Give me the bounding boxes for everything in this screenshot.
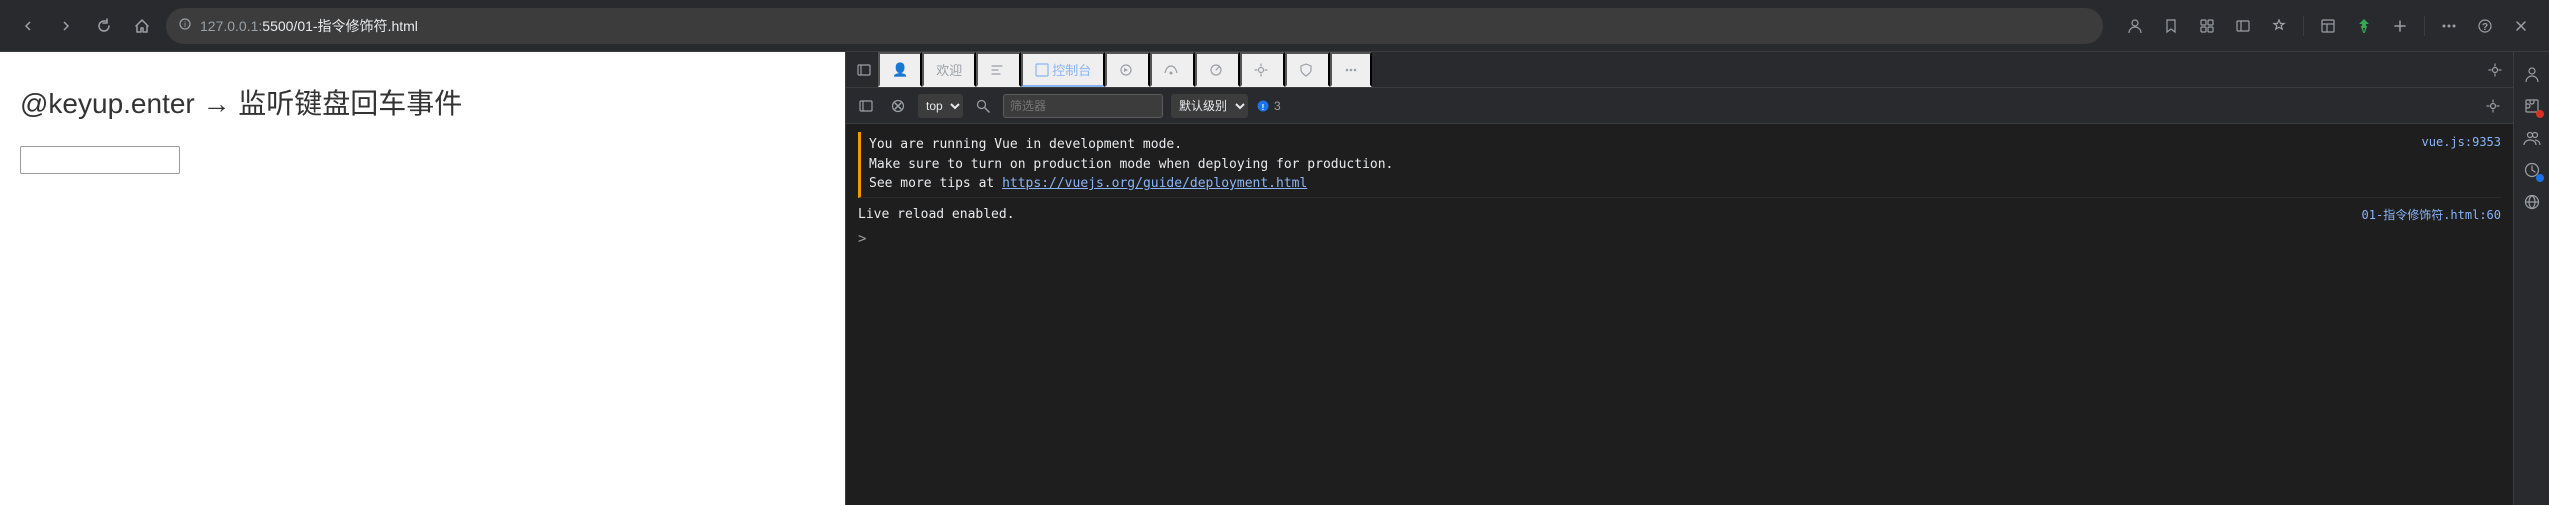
log-entry-1: You are running Vue in development mode.… [858, 132, 2501, 198]
page-title: @keyup.enter → 监听键盘回车事件 [20, 82, 825, 122]
url-path: 5500/01-指令修饰符.html [262, 18, 418, 34]
side-icon-clock[interactable] [2518, 156, 2546, 184]
log-text-2: Make sure to turn on production mode whe… [869, 155, 2414, 175]
svg-text:i: i [184, 20, 186, 29]
console-toolbar: top 默认级别 ! 3 [846, 88, 2513, 124]
tab-settings[interactable] [1240, 52, 1285, 87]
tab-elements[interactable] [976, 52, 1021, 87]
filter-input[interactable] [1003, 94, 1163, 118]
context-dropdown[interactable]: top [918, 94, 963, 118]
tab-network[interactable] [1150, 52, 1195, 87]
title-bar: i 127.0.0.1:5500/01-指令修饰符.html [0, 0, 2549, 52]
favorites-button[interactable] [2263, 10, 2295, 42]
log-source-1[interactable]: vue.js:9353 [2422, 135, 2501, 149]
reload-button[interactable] [88, 10, 120, 42]
side-icon-globe[interactable] [2518, 188, 2546, 216]
prompt-chevron: > [858, 231, 866, 247]
tab-performance[interactable] [1195, 52, 1240, 87]
tab-sources[interactable] [1105, 52, 1150, 87]
webpage-viewport: @keyup.enter → 监听键盘回车事件 [0, 52, 845, 505]
nav-buttons [12, 10, 158, 42]
log-text-1: You are running Vue in development mode. [869, 135, 2414, 155]
side-icon-person[interactable] [2518, 60, 2546, 88]
add-tab-button[interactable] [2384, 10, 2416, 42]
filter-search-icon[interactable] [971, 94, 995, 118]
more-menu-button[interactable] [2433, 10, 2465, 42]
tab-console-label: 控制台 [1052, 60, 1091, 79]
help-button[interactable]: ? [2469, 10, 2501, 42]
svg-text:?: ? [2482, 22, 2488, 33]
devtools-side-icons [2513, 52, 2549, 505]
enter-input[interactable] [20, 146, 180, 174]
log-text-3: See more tips at https://vuejs.org/guide… [869, 174, 2414, 194]
tab-security[interactable] [1285, 52, 1330, 87]
console-sidebar-button[interactable] [854, 94, 878, 118]
separator2 [2424, 16, 2425, 36]
log-text-live-reload: Live reload enabled. [858, 205, 2362, 225]
toolbar-right: V ? [2119, 10, 2537, 42]
security-icon: i [178, 17, 192, 34]
url-protocol: 127.0.0.1: [200, 18, 262, 34]
devtools-settings-button[interactable] [2481, 56, 2509, 84]
close-button[interactable] [2505, 10, 2537, 42]
tab-welcome-label: 👤 [892, 62, 908, 78]
tab-more[interactable] [1330, 52, 1372, 87]
collections-button[interactable] [2312, 10, 2344, 42]
profile-button[interactable] [2119, 10, 2151, 42]
tab-welcome-text[interactable]: 欢迎 [922, 52, 976, 87]
tab-welcome[interactable]: 👤 [878, 52, 922, 87]
vue-link[interactable]: https://vuejs.org/guide/deployment.html [1002, 176, 1307, 191]
log-entry-live-reload: Live reload enabled. 01-指令修饰符.html:60 [858, 202, 2501, 228]
devtools-tabs: 👤 欢迎 控制台 [846, 52, 2513, 88]
browser-window: i 127.0.0.1:5500/01-指令修饰符.html [0, 0, 2549, 505]
console-prompt[interactable]: > [858, 227, 2501, 251]
level-dropdown[interactable]: 默认级别 [1171, 94, 1248, 118]
back-button[interactable] [12, 10, 44, 42]
bookmark-button[interactable] [2155, 10, 2187, 42]
devtools-panel: 👤 欢迎 控制台 [845, 52, 2513, 505]
console-settings-button[interactable] [2481, 94, 2505, 118]
address-text: 127.0.0.1:5500/01-指令修饰符.html [200, 16, 2091, 36]
puzzle-dot [2536, 110, 2544, 118]
svg-text:!: ! [1262, 103, 1265, 112]
main-area: @keyup.enter → 监听键盘回车事件 👤 欢迎 [0, 52, 2549, 505]
message-badge: ! 3 [1256, 99, 1281, 113]
svg-text:V: V [2361, 25, 2368, 35]
forward-button[interactable] [50, 10, 82, 42]
separator [2303, 16, 2304, 36]
devtools-sidebar-toggle[interactable] [850, 56, 878, 84]
tab-console[interactable]: 控制台 [1021, 52, 1105, 87]
clear-console-button[interactable] [886, 94, 910, 118]
home-button[interactable] [126, 10, 158, 42]
clock-dot [2536, 174, 2544, 182]
side-icon-puzzle[interactable] [2518, 92, 2546, 120]
green-button[interactable]: V [2348, 10, 2380, 42]
extensions-button[interactable] [2191, 10, 2223, 42]
address-bar[interactable]: i 127.0.0.1:5500/01-指令修饰符.html [166, 8, 2103, 44]
side-icon-people[interactable] [2518, 124, 2546, 152]
sidebar-button[interactable] [2227, 10, 2259, 42]
console-content: You are running Vue in development mode.… [846, 124, 2513, 505]
log-source-live-reload[interactable]: 01-指令修饰符.html:60 [2362, 206, 2501, 223]
